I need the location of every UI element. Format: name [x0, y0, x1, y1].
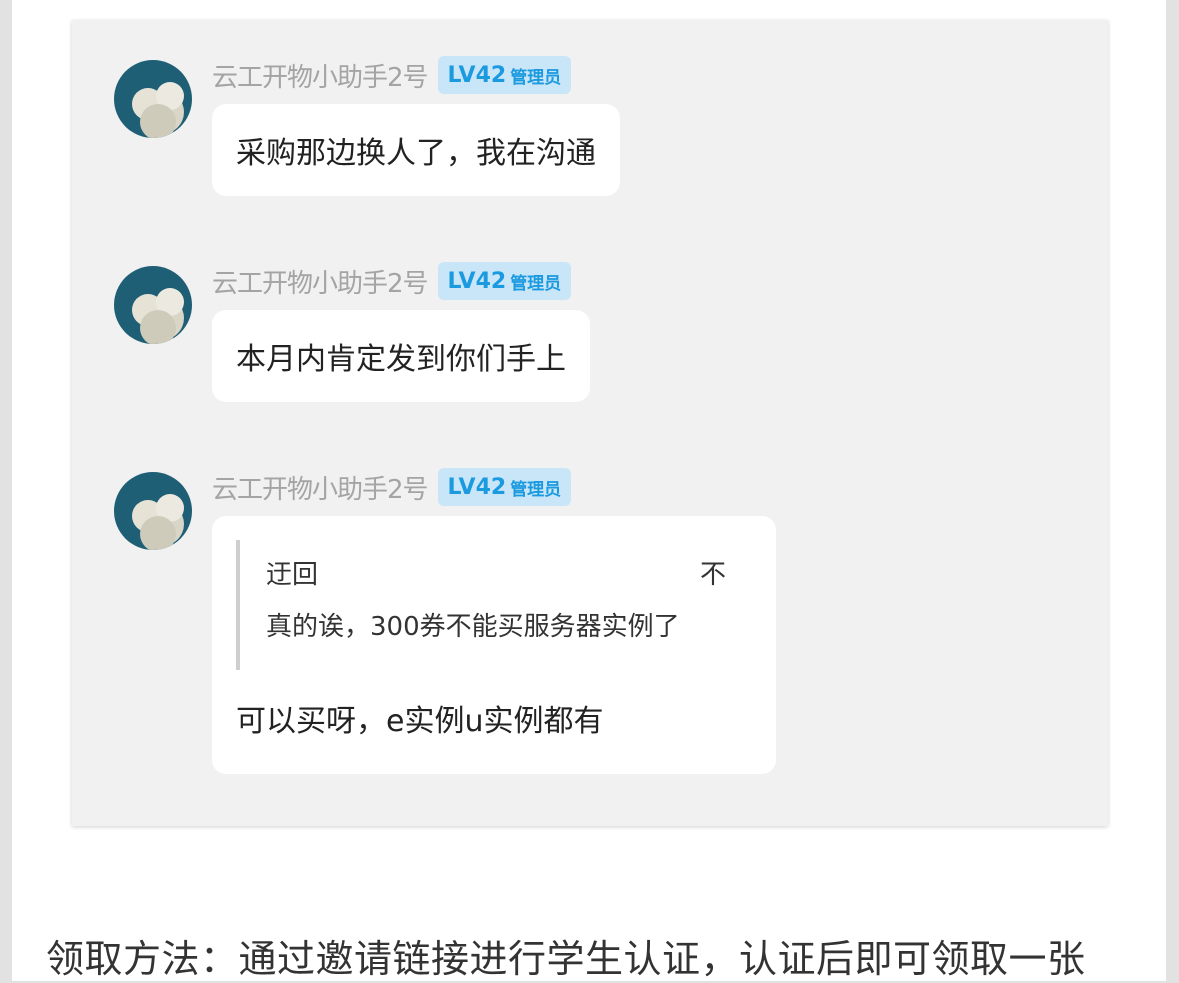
- quoted-message[interactable]: 迂回 不 真的诶，300券不能买服务器实例了: [236, 540, 726, 670]
- quote-text: 真的诶，300券不能买服务器实例了: [266, 612, 680, 642]
- avatar[interactable]: [114, 266, 192, 344]
- message-meta: 云工开物小助手2号 LV42 管理员: [212, 56, 572, 94]
- role-label: 管理员: [510, 479, 562, 500]
- level-label: LV42: [447, 62, 507, 88]
- role-label: 管理员: [510, 67, 562, 88]
- level-badge: LV42 管理员: [437, 56, 572, 94]
- message-meta: 云工开物小助手2号 LV42 管理员: [212, 262, 572, 300]
- avatar[interactable]: [114, 60, 192, 138]
- level-badge: LV42 管理员: [437, 468, 572, 506]
- avatar[interactable]: [114, 472, 192, 550]
- article-page: 云工开物小助手2号 LV42 管理员 采购那边换人了，我在沟通 云工开物小助手2…: [12, 0, 1166, 981]
- article-paragraph: 领取方法：通过邀请链接进行学生认证，认证后即可领取一张: [46, 937, 1086, 981]
- role-label: 管理员: [510, 273, 562, 294]
- chat-screenshot-card: 云工开物小助手2号 LV42 管理员 采购那边换人了，我在沟通 云工开物小助手2…: [72, 20, 1108, 826]
- quote-flag: 不: [699, 560, 726, 590]
- sender-name[interactable]: 云工开物小助手2号: [212, 263, 429, 300]
- level-badge: LV42 管理员: [437, 262, 572, 300]
- sender-name[interactable]: 云工开物小助手2号: [212, 57, 429, 94]
- message-bubble[interactable]: 迂回 不 真的诶，300券不能买服务器实例了 可以买呀，e实例u实例都有: [212, 516, 776, 774]
- message-bubble[interactable]: 本月内肯定发到你们手上: [212, 310, 590, 402]
- sender-name[interactable]: 云工开物小助手2号: [212, 469, 429, 506]
- message-text: 可以买呀，e实例u实例都有: [236, 704, 604, 739]
- level-label: LV42: [447, 268, 507, 294]
- message-text: 采购那边换人了，我在沟通: [236, 136, 596, 171]
- message-bubble[interactable]: 采购那边换人了，我在沟通: [212, 104, 620, 196]
- level-label: LV42: [447, 474, 507, 500]
- message-text: 本月内肯定发到你们手上: [236, 342, 566, 377]
- message-meta: 云工开物小助手2号 LV42 管理员: [212, 468, 572, 506]
- quote-author: 迂回: [266, 560, 319, 590]
